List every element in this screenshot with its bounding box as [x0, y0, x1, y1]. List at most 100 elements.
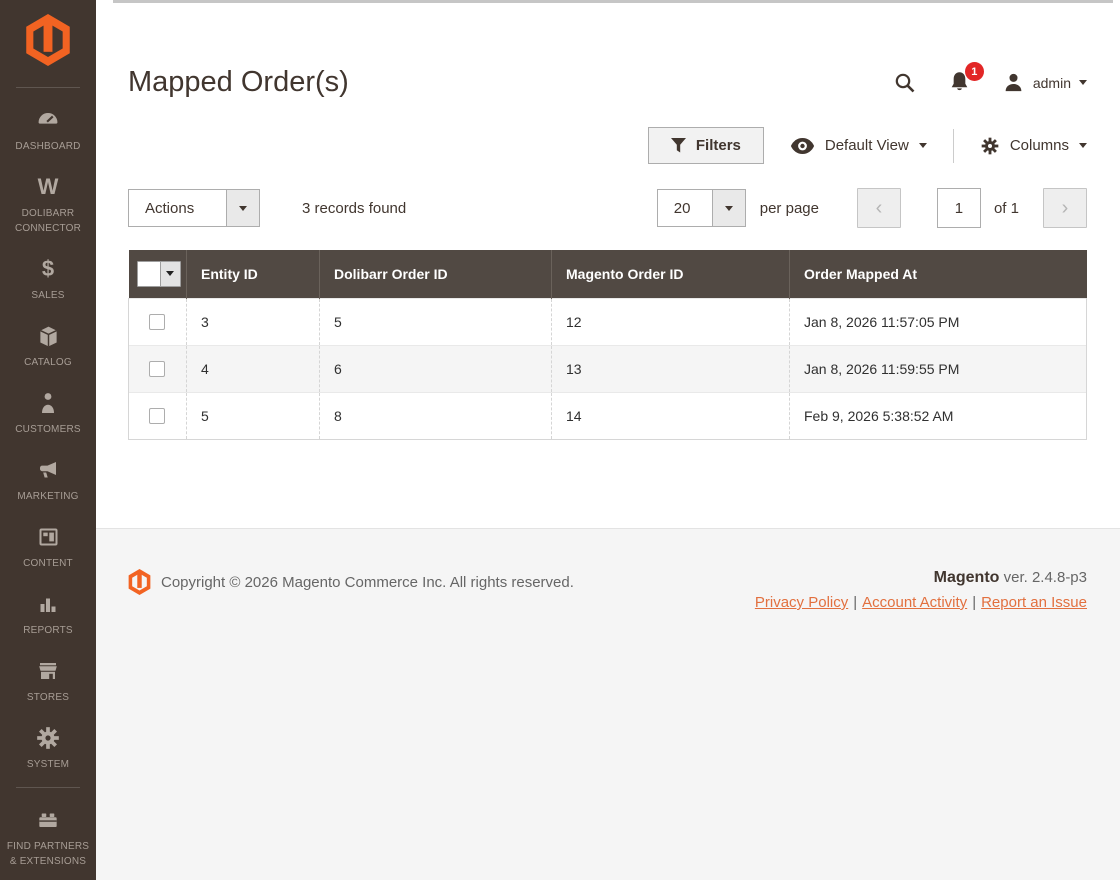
dashboard-icon — [35, 106, 61, 134]
notification-count-badge: 1 — [964, 62, 984, 81]
gear-icon — [981, 137, 999, 154]
copyright-text: Copyright © 2026 Magento Commerce Inc. A… — [161, 573, 574, 591]
actions-label: Actions — [145, 199, 195, 217]
records-found-label: 3 records found — [302, 199, 407, 217]
row-checkbox[interactable] — [149, 407, 165, 424]
previous-page-button[interactable]: ‹ — [856, 188, 901, 228]
sidebar-item-content[interactable]: CONTENT — [0, 513, 96, 580]
sidebar-item-sales[interactable]: $ SALES — [0, 245, 96, 312]
default-view-label: Default View — [824, 137, 909, 154]
column-header-order-mapped-at[interactable]: Order Mapped At — [789, 250, 1087, 298]
row-checkbox[interactable] — [149, 360, 165, 377]
search-icon[interactable] — [893, 71, 917, 95]
table-row: 3 5 12 Jan 8, 2026 11:57:05 PM — [128, 297, 1087, 345]
storefront-icon — [35, 657, 61, 685]
version-text: Magento ver. 2.4.8-p3 — [934, 569, 1087, 587]
sidebar-item-label: DOLIBARR CONNECTOR — [14, 208, 82, 234]
dollar-icon: $ — [41, 256, 55, 281]
report-issue-link[interactable]: Report an Issue — [981, 594, 1087, 611]
cell-order-mapped-at: Jan 8, 2026 11:59:55 PM — [789, 344, 1087, 392]
sidebar-item-label: CATALOG — [24, 357, 72, 368]
brick-icon — [35, 806, 61, 834]
megaphone-icon — [35, 456, 61, 484]
cell-magento-order-id: 12 — [551, 297, 790, 345]
table-row: 4 6 13 Jan 8, 2026 11:59:55 PM — [128, 344, 1087, 392]
person-icon — [36, 389, 60, 417]
per-page-select[interactable]: 20 — [656, 189, 746, 227]
table-row: 5 8 14 Feb 9, 2026 5:38:52 AM — [128, 391, 1087, 440]
next-page-button[interactable]: › — [1043, 188, 1087, 228]
footer-links: Privacy Policy | Account Activity | Report a… — [755, 594, 1087, 611]
cell-magento-order-id: 14 — [551, 391, 790, 440]
chevron-down-icon — [918, 143, 927, 148]
sidebar-item-marketing[interactable]: MARKETING — [0, 446, 96, 513]
select-all-control — [136, 260, 181, 287]
column-header-magento-order-id[interactable]: Magento Order ID — [551, 250, 790, 298]
current-page-input[interactable] — [936, 188, 981, 228]
app-window: DASHBOARD W DOLIBARR CONNECTOR $ SALES C… — [0, 0, 1120, 880]
default-view-button[interactable]: Default View — [764, 137, 953, 154]
sidebar-item-label: DASHBOARD — [15, 141, 81, 152]
sidebar: DASHBOARD W DOLIBARR CONNECTOR $ SALES C… — [0, 0, 96, 880]
filters-label: Filters — [695, 137, 741, 154]
sidebar-item-label: CUSTOMERS — [15, 424, 81, 435]
select-all-dropdown[interactable] — [159, 261, 180, 286]
version-number: ver. 2.4.8-p3 — [1003, 569, 1087, 586]
per-page-label: per page — [759, 199, 819, 217]
select-all-checkbox[interactable] — [137, 261, 160, 286]
page-size-value: 20 — [673, 199, 691, 217]
sidebar-item-stores[interactable]: STORES — [0, 647, 96, 714]
cell-dolibarr-order-id: 8 — [319, 391, 552, 440]
filters-button[interactable]: Filters — [647, 127, 764, 164]
link-separator: | — [853, 594, 858, 611]
sidebar-item-find-partners[interactable]: FIND PARTNERS & EXTENSIONS — [0, 796, 96, 878]
eye-icon — [790, 137, 814, 154]
grid-controls: Filters Default View Columns — [128, 127, 1087, 164]
admin-user-menu[interactable]: admin — [1002, 71, 1087, 94]
total-pages-label: of 1 — [993, 199, 1019, 217]
grid-toolbar: Actions 3 records found 20 per page ‹ of… — [128, 188, 1087, 228]
sidebar-item-dolibarr-connector[interactable]: W DOLIBARR CONNECTOR — [0, 163, 96, 245]
cell-entity-id: 3 — [186, 297, 320, 345]
page-header: Mapped Order(s) 1 admin — [128, 62, 1087, 99]
header-actions: 1 admin — [893, 62, 1087, 95]
sidebar-divider — [16, 87, 80, 88]
select-all-header — [128, 250, 187, 298]
pagination-controls: 20 per page ‹ of 1 › — [656, 188, 1087, 228]
table-header-row: Entity ID Dolibarr Order ID Magento Orde… — [128, 250, 1087, 298]
column-header-dolibarr-order-id[interactable]: Dolibarr Order ID — [319, 250, 552, 298]
pager: ‹ of 1 › — [856, 188, 1087, 228]
cell-entity-id: 4 — [186, 344, 320, 392]
row-checkbox[interactable] — [149, 313, 165, 330]
bar-chart-icon — [36, 590, 60, 618]
notifications-bell-icon[interactable]: 1 — [947, 62, 984, 95]
sidebar-divider — [16, 787, 80, 788]
magento-logo-icon[interactable] — [25, 14, 71, 71]
gear-icon — [35, 724, 61, 752]
username-label: admin — [1032, 74, 1071, 91]
sidebar-item-label: FIND PARTNERS & EXTENSIONS — [6, 841, 90, 867]
main-content: Mapped Order(s) 1 admin Filters Default … — [96, 0, 1120, 880]
box-icon — [36, 322, 61, 350]
account-activity-link[interactable]: Account Activity — [862, 594, 967, 611]
sidebar-item-label: MARKETING — [17, 491, 79, 502]
user-avatar-icon — [1005, 73, 1022, 92]
privacy-policy-link[interactable]: Privacy Policy — [755, 594, 848, 611]
sidebar-item-catalog[interactable]: CATALOG — [0, 312, 96, 379]
cell-order-mapped-at: Jan 8, 2026 11:57:05 PM — [789, 297, 1087, 345]
sidebar-item-dashboard[interactable]: DASHBOARD — [0, 96, 96, 163]
layout-icon — [36, 523, 61, 551]
footer-meta-group: Magento ver. 2.4.8-p3 Privacy Policy | Acc… — [755, 569, 1087, 611]
dolibarr-connector-icon: W — [37, 174, 59, 199]
column-header-entity-id[interactable]: Entity ID — [186, 250, 320, 298]
cell-dolibarr-order-id: 5 — [319, 297, 552, 345]
columns-button[interactable]: Columns — [954, 136, 1087, 156]
chevron-down-icon — [1079, 143, 1087, 148]
sidebar-item-reports[interactable]: REPORTS — [0, 580, 96, 647]
footer-copyright-group: Copyright © 2026 Magento Commerce Inc. A… — [128, 569, 574, 595]
actions-select[interactable]: Actions — [128, 189, 260, 227]
top-scroll-strip — [113, 0, 1113, 3]
sidebar-item-customers[interactable]: CUSTOMERS — [0, 379, 96, 446]
sidebar-item-label: SALES — [31, 290, 65, 301]
sidebar-item-system[interactable]: SYSTEM — [0, 714, 96, 781]
